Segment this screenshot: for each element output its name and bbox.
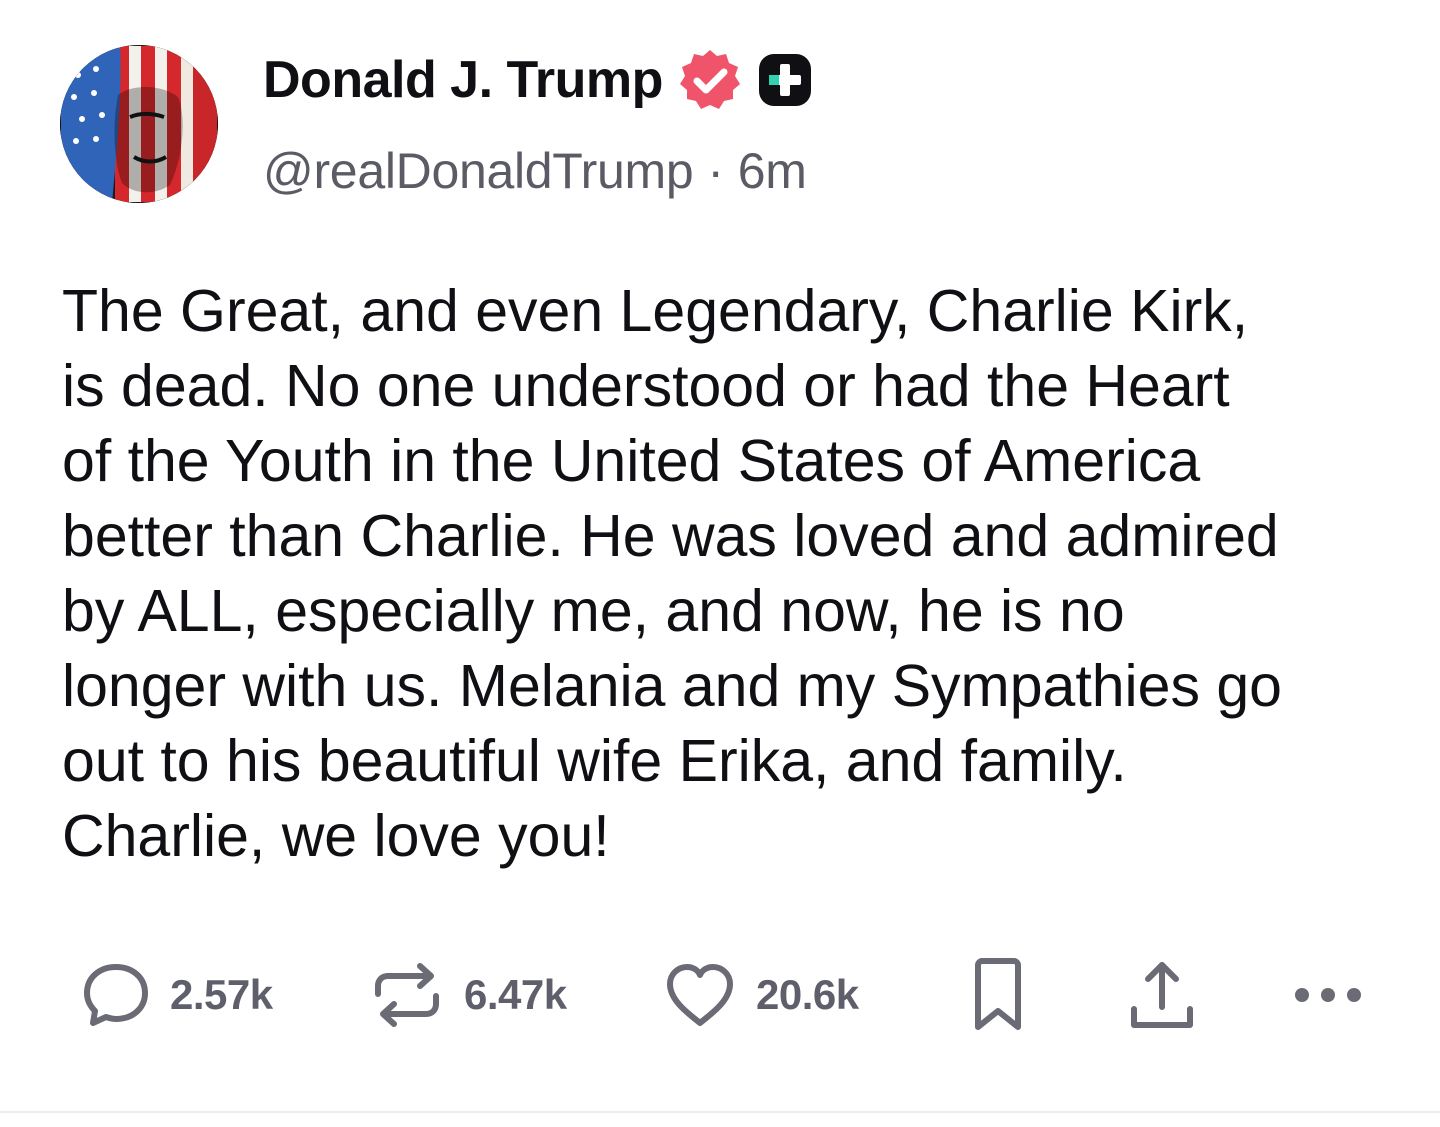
- bookmark-icon: [966, 955, 1030, 1035]
- separator-dot: ·: [707, 143, 724, 199]
- repost-count: 6.47k: [464, 971, 567, 1018]
- author-handle[interactable]: @realDonaldTrump: [263, 143, 694, 199]
- comment-icon: [80, 959, 152, 1031]
- more-dots-icon: [1290, 980, 1366, 1010]
- post-body-line: The Great, and even Legendary, Charlie K…: [62, 278, 1249, 344]
- post-body-line: Charlie, we love you!: [62, 803, 610, 869]
- post-body-line: longer with us. Melania and my Sympathie…: [62, 653, 1282, 719]
- bookmark-button[interactable]: [966, 950, 1030, 1040]
- author-avatar[interactable]: [60, 45, 218, 203]
- plus-badge-icon: [757, 52, 813, 108]
- post-card: Donald J. Trump @realDonaldTrump · 6m The …: [0, 0, 1440, 1113]
- author-display-name[interactable]: Donald J. Trump: [263, 50, 663, 110]
- post-body-line: out to his beautiful wife Erika, and fam…: [62, 728, 1127, 794]
- reply-button[interactable]: 2.57k: [80, 950, 273, 1040]
- heart-icon: [662, 957, 738, 1033]
- post-body-line: of the Youth in the United States of Ame…: [62, 428, 1201, 494]
- post-divider: [0, 1111, 1440, 1113]
- post-body: The Great, and even Legendary, Charlie K…: [62, 274, 1402, 874]
- repost-button[interactable]: 6.47k: [368, 950, 567, 1040]
- like-button[interactable]: 20.6k: [662, 950, 859, 1040]
- share-button[interactable]: [1126, 950, 1198, 1040]
- reply-count: 2.57k: [170, 971, 273, 1018]
- post-body-line: better than Charlie. He was loved and ad…: [62, 503, 1279, 569]
- post-timestamp[interactable]: 6m: [738, 143, 807, 199]
- repost-icon: [368, 956, 446, 1034]
- share-icon: [1126, 955, 1198, 1035]
- like-count: 20.6k: [756, 971, 859, 1018]
- more-options-button[interactable]: [1290, 950, 1366, 1040]
- author-name-row: Donald J. Trump: [263, 48, 813, 112]
- post-actions-bar: 2.57k 6.47k 20.6k: [0, 950, 1440, 1040]
- post-body-line: is dead. No one understood or had the He…: [62, 353, 1230, 419]
- author-handle-row: @realDonaldTrump · 6m: [263, 142, 807, 200]
- post-body-line: by ALL, especially me, and now, he is no: [62, 578, 1125, 644]
- verified-badge-icon: [677, 47, 743, 113]
